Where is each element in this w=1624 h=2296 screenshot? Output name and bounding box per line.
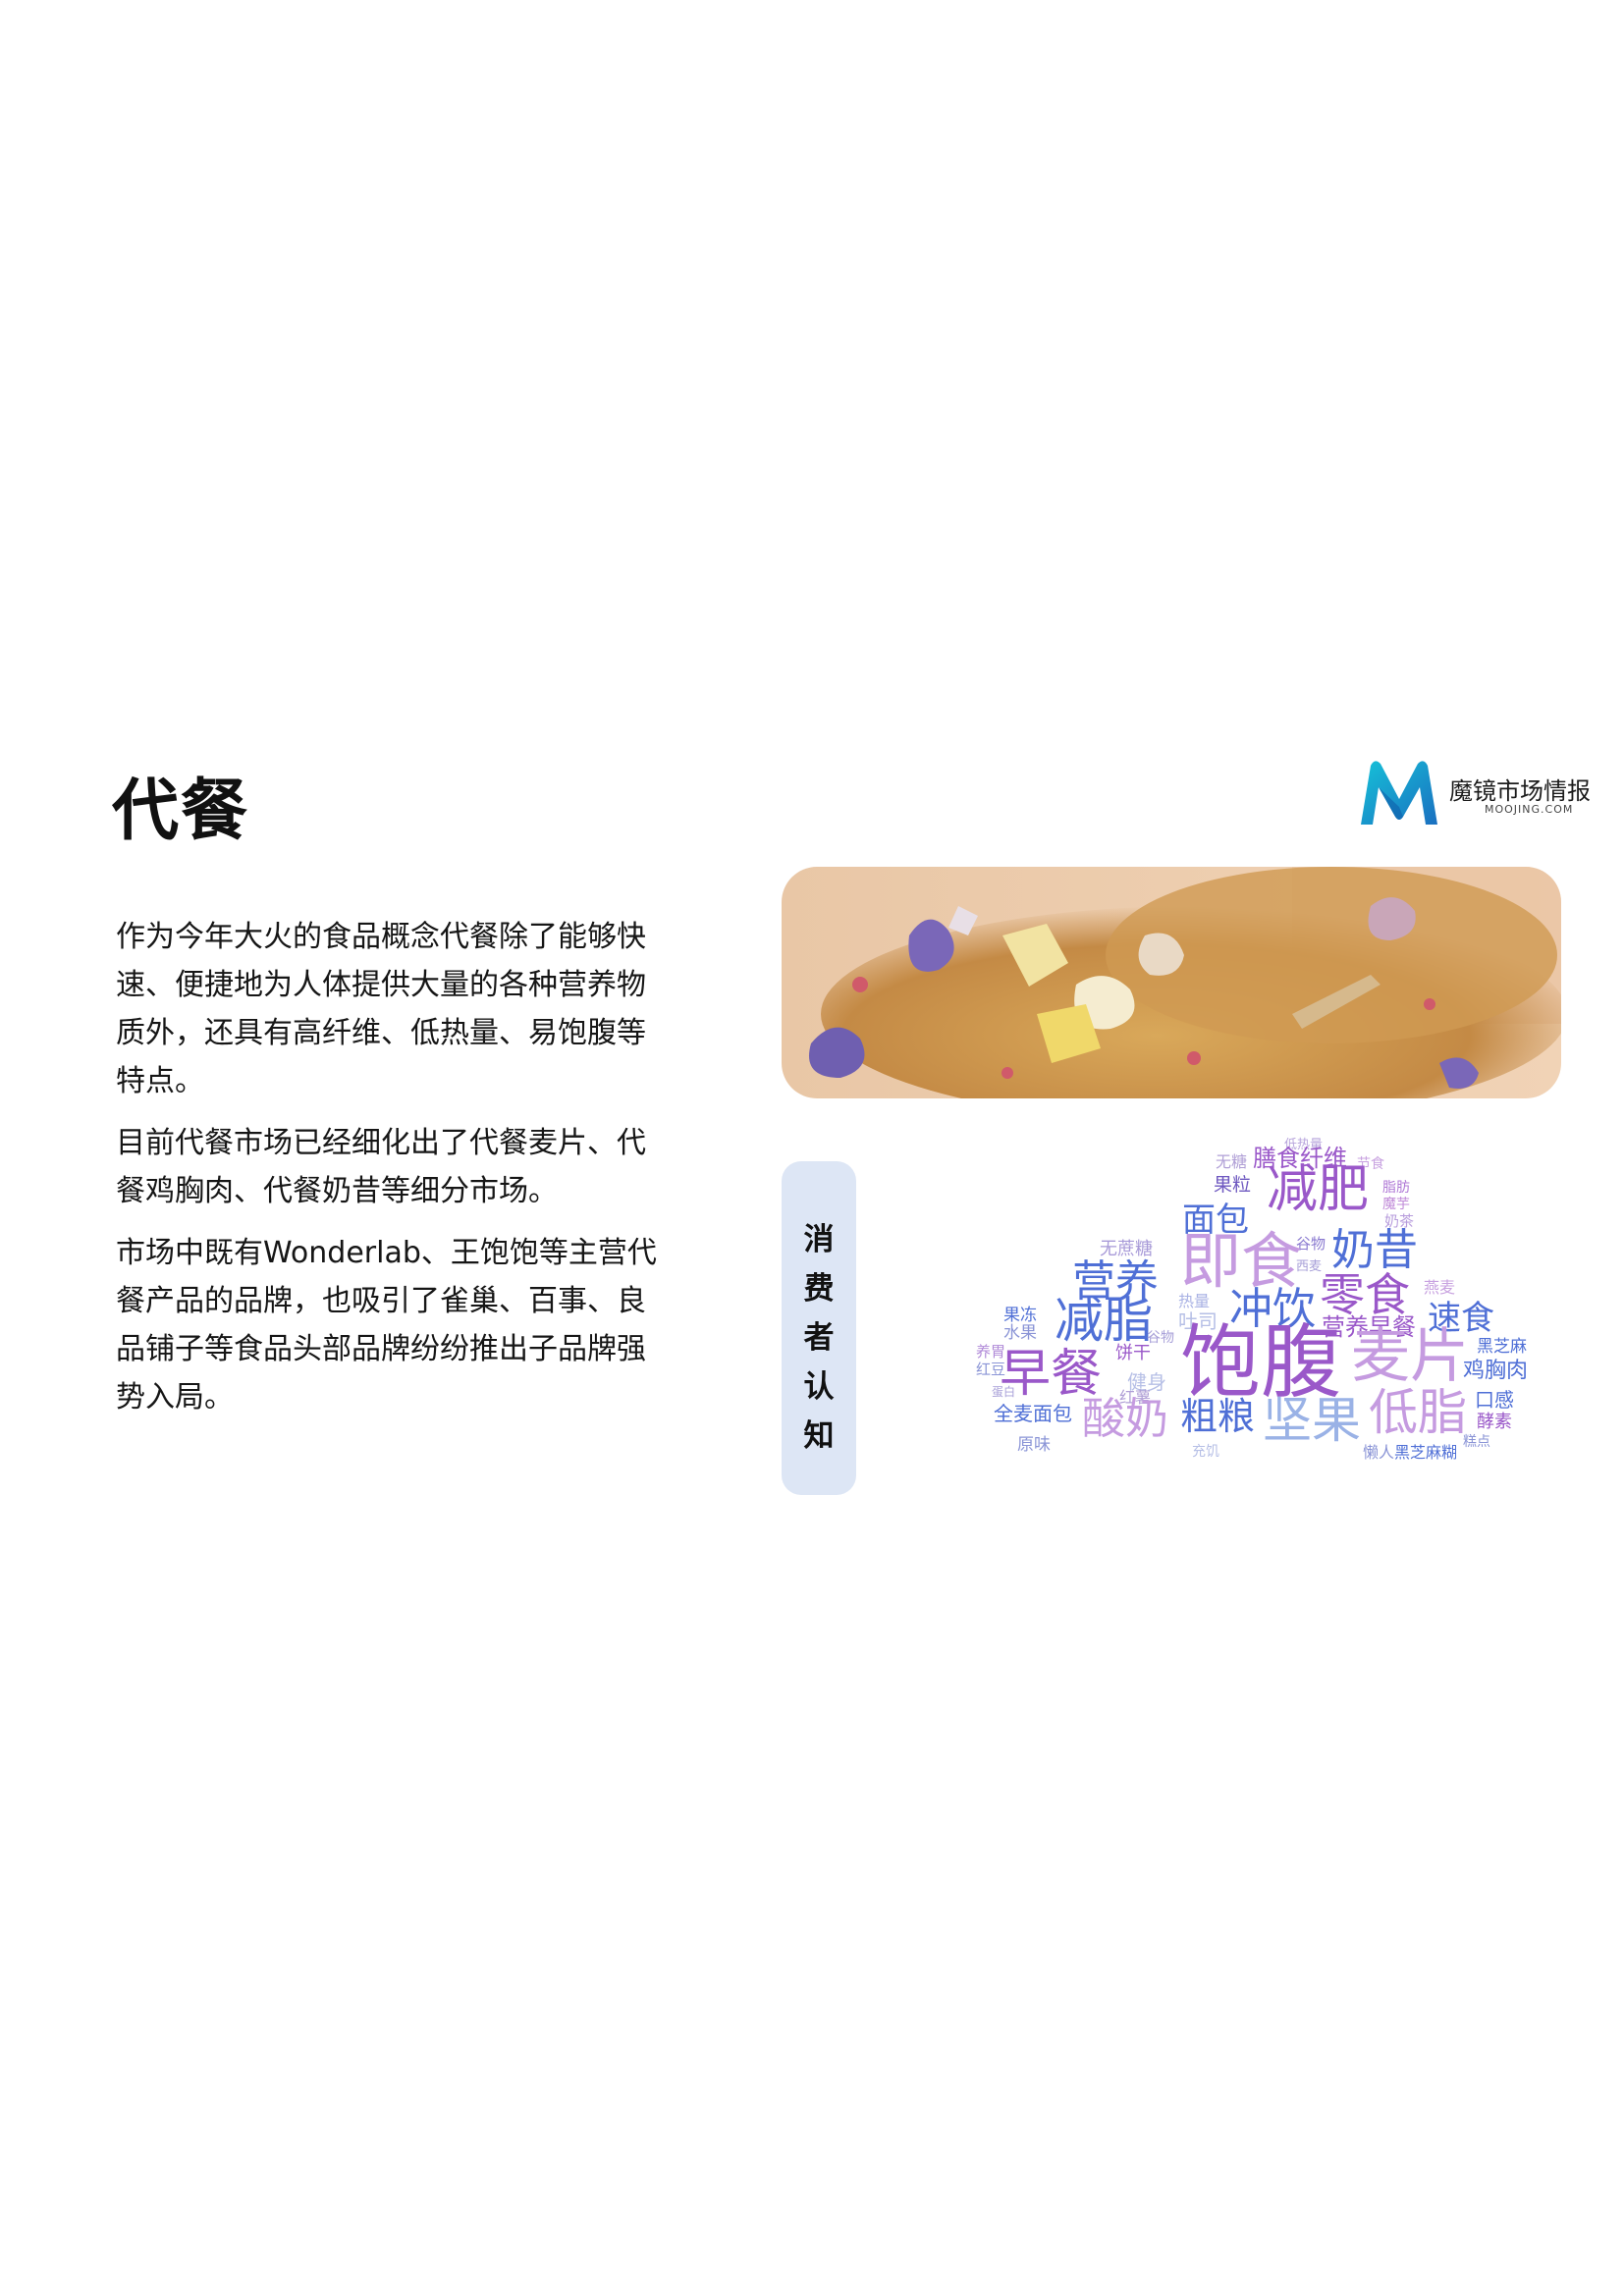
cloud-word: 西麦 xyxy=(1296,1259,1323,1274)
cloud-word: 脂肪 xyxy=(1382,1180,1410,1196)
logo-domain: MOOJING.COM xyxy=(1485,803,1574,816)
brand-logo: 魔镜市场情报 MOOJING.COM xyxy=(1357,756,1602,834)
granola-photo xyxy=(782,867,1561,1098)
cloud-word: 原味 xyxy=(1017,1435,1051,1455)
cloud-word: 麦片 xyxy=(1351,1322,1469,1391)
cloud-word: 果冻 xyxy=(1003,1306,1037,1325)
cloud-word: 坚果 xyxy=(1263,1392,1361,1449)
cloud-word: 减脂 xyxy=(1055,1292,1153,1349)
cloud-word: 即食 xyxy=(1180,1225,1303,1297)
cloud-word: 酸奶 xyxy=(1082,1394,1168,1444)
cloud-word: 全麦面包 xyxy=(994,1402,1072,1425)
cloud-word: 燕麦 xyxy=(1424,1278,1456,1297)
cloud-word: 无糖 xyxy=(1216,1152,1248,1171)
cloud-word: 口感 xyxy=(1475,1388,1514,1412)
label-char: 费 xyxy=(803,1271,835,1307)
word-cloud: 低热量 无糖 膳食纤维 节食 果粒 减肥 脂肪 魔芋 面包 奶茶 无蔗糖 谷物 … xyxy=(972,1139,1561,1517)
consumer-perception-label: 消 费 者 认 知 xyxy=(782,1161,856,1495)
cloud-word: 谷物 xyxy=(1147,1330,1174,1346)
cloud-word: 零食 xyxy=(1320,1268,1410,1321)
cloud-word: 魔芋 xyxy=(1382,1197,1410,1212)
cloud-word: 懒人 xyxy=(1363,1443,1395,1462)
moojing-logo-icon xyxy=(1361,761,1437,825)
cloud-word: 酵素 xyxy=(1477,1412,1512,1432)
cloud-word: 减肥 xyxy=(1267,1160,1370,1219)
cloud-word: 鸡胸肉 xyxy=(1463,1359,1529,1383)
cloud-word: 充饥 xyxy=(1192,1444,1219,1460)
label-char: 者 xyxy=(803,1320,835,1356)
cloud-word: 水果 xyxy=(1003,1323,1037,1343)
page-title: 代餐 xyxy=(112,773,250,850)
label-char: 消 xyxy=(803,1222,835,1257)
cloud-word: 奶昔 xyxy=(1331,1225,1418,1275)
label-char: 认 xyxy=(803,1369,835,1405)
cloud-word: 粗粮 xyxy=(1180,1395,1256,1438)
cloud-word: 热量 xyxy=(1178,1292,1211,1310)
body-text: 作为今年大火的食品概念代餐除了能够快速、便捷地为人体提供大量的各种营养物质外，还… xyxy=(116,913,666,1435)
cloud-word: 黑芝麻糊 xyxy=(1394,1443,1458,1462)
cloud-word: 黑芝麻 xyxy=(1477,1337,1527,1357)
cloud-word: 饼干 xyxy=(1115,1343,1151,1363)
paragraph-1: 作为今年大火的食品概念代餐除了能够快速、便捷地为人体提供大量的各种营养物质外，还… xyxy=(116,920,646,1098)
cloud-word: 蛋白 xyxy=(992,1385,1016,1399)
cloud-word: 低脂 xyxy=(1369,1384,1467,1441)
logo-name: 魔镜市场情报 xyxy=(1449,777,1591,805)
paragraph-2: 目前代餐市场已经细化出了代餐麦片、代餐鸡胸肉、代餐奶昔等细分市场。 xyxy=(116,1126,646,1208)
cloud-word: 糕点 xyxy=(1463,1434,1490,1450)
paragraph-3: 市场中既有Wonderlab、王饱饱等主营代餐产品的品牌，也吸引了雀巢、百事、良… xyxy=(116,1236,657,1415)
label-char: 知 xyxy=(803,1418,835,1454)
cloud-word: 果粒 xyxy=(1214,1174,1252,1196)
